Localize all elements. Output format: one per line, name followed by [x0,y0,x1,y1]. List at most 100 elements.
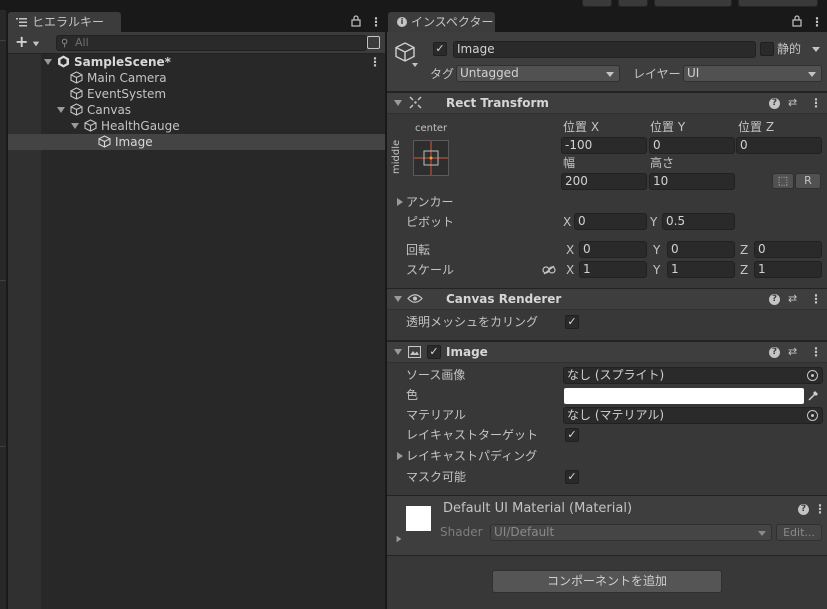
anchor-preset-button[interactable] [413,140,449,176]
blueprint-mode-button[interactable]: ⬚ [772,173,794,189]
search-input[interactable]: ⚲ All [56,35,367,51]
add-component-button[interactable]: コンポーネントを追加 [492,570,722,593]
height-label: 高さ [650,156,675,170]
more-menu-icon[interactable]: ⋮ [370,14,382,30]
help-icon[interactable]: ? [769,294,780,305]
image-header[interactable]: ✓ Image ? ⇄ ⋮ [387,341,827,363]
pivot-x-field[interactable]: 0 [574,213,647,230]
help-icon[interactable]: ? [798,504,809,515]
layout-dropdown[interactable] [738,0,818,7]
tree-row-eventsystem[interactable]: EventSystem [8,86,385,102]
anchor-preset-icon [414,141,448,175]
top-toolbar-strip [0,0,827,10]
tree-row-main-camera[interactable]: Main Camera [8,70,385,86]
expand-arrow-icon[interactable] [397,452,403,460]
search-icon[interactable] [618,0,648,7]
tree-label: Main Camera [87,71,167,85]
rect-transform-header[interactable]: Rect Transform ? ⇄ ⋮ [387,92,827,114]
static-checkbox[interactable]: ✓ [760,42,774,56]
component-menu-icon[interactable]: ⋮ [810,95,822,111]
preset-icon[interactable]: ⇄ [788,291,797,307]
tab-hierarchy[interactable]: ヒエラルキー [8,12,121,32]
height-field[interactable]: 10 [649,173,735,190]
source-image-field[interactable]: なし (スプライト) [563,367,823,384]
rot-y-axis-label: Y [653,243,661,257]
object-picker-icon[interactable] [807,410,818,421]
anchors-label[interactable]: アンカー [406,194,454,210]
collapse-arrow-icon[interactable] [394,349,402,355]
tree-row-canvas[interactable]: Canvas [8,102,385,118]
chevron-down-icon[interactable] [412,63,418,67]
expand-arrow-icon[interactable] [397,198,403,206]
preset-icon[interactable]: ⇄ [788,344,797,360]
add-object-button[interactable]: + [15,34,28,50]
help-icon[interactable]: ? [769,347,780,358]
edge-mark [0,280,6,281]
preset-icon[interactable]: ⇄ [788,95,797,111]
scale-z-field[interactable]: 1 [754,261,822,278]
tree-row-scene[interactable]: SampleScene* ⋮ [8,54,385,70]
component-menu-icon[interactable]: ⋮ [814,501,826,517]
link-off-icon[interactable] [542,264,556,275]
image-enabled-checkbox[interactable]: ✓ [427,345,441,359]
collapse-arrow-icon[interactable] [394,296,402,302]
object-picker-icon[interactable] [807,370,818,381]
rot-x-field[interactable]: 0 [579,241,647,258]
lock-icon[interactable] [351,15,361,27]
gameobject-cube-icon[interactable] [394,41,416,63]
raycast-target-checkbox[interactable]: ✓ [565,428,579,442]
tree-row-image[interactable]: Image [8,134,385,150]
object-header: ✓ Image ✓ 静的 タグ Untagged レイヤー UI [387,32,827,92]
component-menu-icon[interactable]: ⋮ [810,291,822,307]
width-field[interactable]: 200 [561,173,647,190]
expand-arrow-icon[interactable] [44,59,52,65]
chevron-down-icon[interactable] [812,47,820,52]
rotation-label: 回転 [406,243,431,257]
active-checkbox[interactable]: ✓ [433,42,447,56]
history-icon[interactable] [582,0,612,7]
maskable-checkbox[interactable]: ✓ [565,470,579,484]
shader-dropdown[interactable]: UI/Default [490,524,772,541]
component-menu-icon[interactable]: ⋮ [810,344,822,360]
canvas-renderer-header[interactable]: Canvas Renderer ? ⇄ ⋮ [387,288,827,310]
pivot-y-field[interactable]: 0.5 [662,213,735,230]
raycast-padding-label[interactable]: レイキャストパディング [406,448,537,464]
raw-edit-button[interactable]: R [795,173,821,189]
chevron-down-icon[interactable] [32,41,40,47]
pos-y-label: 位置 Y [650,120,686,134]
rect-transform-icon [409,96,422,109]
help-icon[interactable]: ? [769,98,780,109]
expand-arrow-icon[interactable] [57,107,65,113]
pos-y-field[interactable]: 0 [649,137,735,154]
layers-dropdown[interactable] [654,0,732,7]
pos-z-field[interactable]: 0 [736,137,822,154]
edit-shader-button[interactable]: Edit... [776,524,822,541]
object-name-field[interactable]: Image [453,41,756,58]
hierarchy-tree: SampleScene* ⋮ Main Camera EventSystem C… [8,54,385,609]
eyedropper-icon[interactable] [807,389,820,402]
tree-row-healthgauge[interactable]: HealthGauge [8,118,385,134]
color-swatch[interactable] [564,388,804,404]
more-menu-icon[interactable]: ⋮ [811,14,823,30]
scale-x-field[interactable]: 1 [579,261,647,278]
tab-inspector[interactable]: i インスペクター [388,12,495,32]
chevron-down-icon [606,72,614,77]
rot-z-field[interactable]: 0 [754,241,822,258]
material-field[interactable]: なし (マテリアル) [563,407,823,424]
expand-arrow-icon[interactable] [71,123,79,129]
layer-dropdown[interactable]: UI [683,65,822,82]
pos-x-field[interactable]: -100 [561,137,647,154]
scene-visibility-icon[interactable] [367,36,380,49]
list-icon [16,16,27,27]
scale-y-field[interactable]: 1 [667,261,735,278]
scene-menu-icon[interactable]: ⋮ [369,54,381,70]
lock-icon[interactable] [792,15,802,27]
collapse-arrow-icon[interactable] [394,100,402,106]
cull-transparent-checkbox[interactable]: ✓ [565,315,579,329]
gameobject-cube-icon [70,103,83,116]
rot-y-field[interactable]: 0 [667,241,735,258]
tag-dropdown[interactable]: Untagged [456,65,620,82]
expand-arrow-icon[interactable] [396,535,402,543]
layer-label: レイヤー [633,67,681,81]
rot-x-axis-label: X [566,243,575,257]
